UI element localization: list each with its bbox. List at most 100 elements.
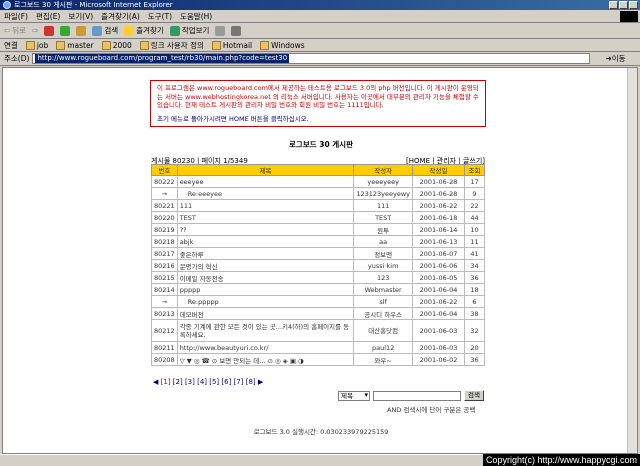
page-link[interactable]: [2] [173,378,183,386]
search-form: 제목 검색 [338,390,484,401]
row-author: yeeeyeey [353,175,413,188]
maximize-button[interactable] [619,1,628,9]
row-title[interactable]: abjk [176,235,355,248]
table-row[interactable]: 80208 ▽ ▼ ◎ ☎ ⊙ 보면 만되는 데... ⊙ ◎ ◈ ▣ ◑ 와우~ 2… [151,353,485,366]
row-title[interactable]: Re:eeeyee [176,187,355,200]
close-button[interactable] [629,1,638,9]
table-row[interactable]: 80220 TEST TEST 2001-06-18 44 [151,211,485,224]
menu-help[interactable]: 도움말(H) [180,11,212,22]
menu-view[interactable]: 보기(V) [68,11,93,22]
page-link[interactable]: [3] [185,378,195,386]
row-views: 9 [464,187,485,200]
row-title[interactable]: 좋은하루 [176,247,355,260]
row-views: 38 [464,307,485,320]
search-button[interactable]: 검색 [92,25,118,36]
back-arrow-icon: ⇦ [4,26,11,35]
row-title[interactable]: Re:ppppp [176,295,355,308]
menu-bar: 파일(F) 편집(E) 보기(V) 즐겨찾기(A) 도구(T) 도움말(H) [0,10,640,23]
next-page-button[interactable]: ▶ [258,378,263,386]
table-row[interactable]: 80221 111 111 2001-06-22 22 [151,199,485,212]
link-job[interactable]: job [26,41,48,50]
row-title[interactable]: ▽ ▼ ◎ ☎ ⊙ 보면 만되는 데... ⊙ ◎ ◈ ▣ ◑ [176,353,355,366]
menu-tools[interactable]: 도구(T) [148,11,172,22]
table-row[interactable]: 80222 eeeyee yeeeyeey 2001-06-28 17 [151,175,485,188]
row-date: 2001-06-14 [412,223,465,236]
row-title[interactable]: eeeyee [176,175,355,188]
row-date: 2001-06-28 [412,175,465,188]
row-number: 80214 [151,283,178,296]
row-date: 2001-06-03 [412,341,465,354]
menu-favorites[interactable]: 즐겨찾기(A) [101,11,140,22]
back-button[interactable]: ⇦ 뒤로 [4,25,26,36]
page-link[interactable]: [5] [209,378,219,386]
notice-text: 이 프로그램은 www.rogueboard.com에서 제공하는 테스트용 로… [157,84,479,109]
table-row[interactable]: 80214 ppppp Webmaster 2001-06-04 18 [151,283,485,296]
row-number: 80220 [151,211,178,224]
row-title[interactable]: 각종 기계에 관한 모든 것이 있는 곳...키4(하)의 홈페이지를 동록하세… [176,319,355,342]
favorites-button[interactable]: 즐겨찾기 [124,25,164,36]
table-row[interactable]: → Re:eeeyee 123123yeeyewy 2001-06-28 9 [151,187,485,200]
table-row[interactable]: 80211 http://www.beautyuri.co.kr/paul12 20… [151,341,485,354]
table-row[interactable]: 80212 각종 기계에 관한 모든 것이 있는 곳...키4(하)의 홈페이지를… [151,319,485,342]
link-customize[interactable]: 링크 사용자 정의 [140,40,204,51]
row-date: 2001-06-13 [412,235,465,248]
history-button[interactable]: 작업보기 [169,25,209,36]
row-title[interactable]: ppppp [176,283,355,296]
menu-edit[interactable]: 편집(E) [36,11,60,22]
menu-file[interactable]: 파일(F) [4,11,28,22]
print-button[interactable] [231,25,242,36]
search-submit-button[interactable]: 검색 [464,390,484,401]
link-windows[interactable]: Windows [260,41,304,50]
minimize-button[interactable] [609,1,618,9]
row-title[interactable]: TEST [176,211,355,224]
table-row[interactable]: 80215 이메일 자동전송 123 2001-06-05 36 [151,271,485,284]
page-link[interactable]: [7] [234,378,244,386]
stop-button[interactable] [44,25,55,36]
vertical-scrollbar[interactable] [627,68,637,453]
row-title[interactable]: 데모버전 [176,307,355,320]
row-title[interactable]: 111 [176,199,355,212]
page-current: [1] [160,378,171,386]
favorites-icon [124,25,135,36]
notice-back-text: 초기 메뉴로 돌아가시려면 HOME 버튼을 클릭하십시오. [157,114,309,123]
search-input[interactable] [373,390,461,401]
mail-icon [215,25,226,36]
table-row[interactable]: 80217 좋은하루 정보맨 2001-06-07 41 [151,247,485,260]
link-2000[interactable]: 2000 [102,41,132,50]
row-author: 원투 [353,223,413,236]
board-table: 번호 제목 작성자 작성일 조회 80222 eeeyee yeeeyeey 2001… [151,164,485,366]
stop-icon [44,25,55,36]
row-date: 2001-06-22 [412,295,465,308]
links-bar: 연결 job master 2000 링크 사용자 정의 Hotmail Win… [0,39,640,52]
forward-arrow-icon: ⇨ [32,26,39,35]
row-views: 20 [464,341,485,354]
page-link[interactable]: [8] [246,378,256,386]
table-row[interactable]: → Re:ppppp slf 2001-06-22 6 [151,295,485,308]
row-title[interactable]: ?? [176,223,355,236]
home-button[interactable] [76,25,87,36]
row-author: yussi kim [353,259,413,272]
table-row[interactable]: 80213 데모버전 공시디 하우스 2001-06-04 38 [151,307,485,320]
page-link[interactable]: [4] [197,378,207,386]
link-hotmail[interactable]: Hotmail [212,41,252,50]
row-title[interactable]: 문명가의 혁신 [176,259,355,272]
row-views: 34 [464,259,485,272]
row-date: 2001-06-02 [412,353,465,366]
prev-page-button[interactable]: ◀ [153,378,158,386]
address-input[interactable]: http://www.rogueboard.com/program_test/r… [32,53,591,64]
refresh-icon [60,25,71,36]
go-button[interactable]: ➜이동 [605,53,625,64]
row-views: 11 [464,235,485,248]
table-row[interactable]: 80219?? 원투 2001-06-14 10 [151,223,485,236]
mail-button[interactable] [215,25,226,36]
page-link[interactable]: [6] [221,378,231,386]
row-title[interactable]: 이메일 자동전송 [176,271,355,284]
history-icon [169,25,180,36]
refresh-button[interactable] [60,25,71,36]
table-row[interactable]: 80216 문명가의 혁신 yussi kim 2001-06-06 34 [151,259,485,272]
link-master[interactable]: master [56,41,93,50]
table-row[interactable]: 80218 abjk aa 2001-06-13 11 [151,235,485,248]
row-title[interactable]: http://www.beautyuri.co.kr/ [176,341,355,354]
search-field-select[interactable]: 제목 [338,390,370,401]
forward-button[interactable]: ⇨ [32,26,38,35]
